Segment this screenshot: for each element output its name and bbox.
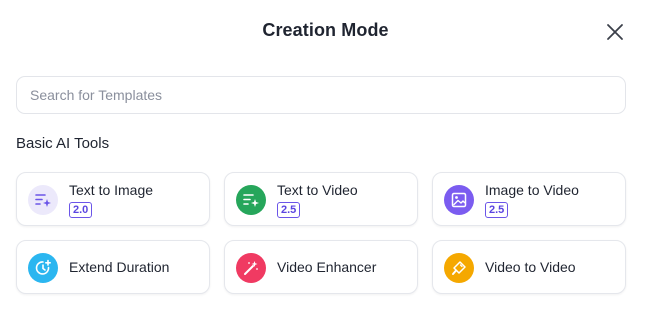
tool-label: Video to Video — [485, 259, 576, 275]
tool-label: Text to Video — [277, 182, 358, 198]
section-title: Basic AI Tools — [16, 135, 110, 152]
close-button[interactable] — [605, 22, 625, 42]
dialog-title: Creation Mode — [262, 20, 389, 40]
image-icon — [444, 185, 474, 215]
template-search-input[interactable] — [16, 76, 626, 114]
tool-card-video-enhancer[interactable]: Video Enhancer — [224, 240, 418, 294]
tool-card-image-to-video[interactable]: Image to Video 2.5 — [432, 172, 626, 226]
tool-label: Extend Duration — [69, 259, 170, 275]
text-sparkle-icon — [28, 185, 58, 215]
version-badge: 2.5 — [485, 202, 509, 218]
tool-card-extend-duration[interactable]: Extend Duration — [16, 240, 210, 294]
tool-card-video-to-video[interactable]: Video to Video — [432, 240, 626, 294]
tool-label: Image to Video — [485, 182, 579, 198]
version-badge: 2.0 — [69, 202, 93, 218]
tool-card-text-to-image[interactable]: Text to Image 2.0 — [16, 172, 210, 226]
creation-mode-dialog: Creation Mode Basic AI Tools Text to Ima… — [0, 0, 651, 317]
tool-label: Text to Image — [69, 182, 154, 198]
timer-plus-icon — [28, 253, 58, 283]
tool-label: Video Enhancer — [277, 259, 377, 275]
brush-icon — [444, 253, 474, 283]
text-sparkle-icon — [236, 185, 266, 215]
tool-card-text-to-video[interactable]: Text to Video 2.5 — [224, 172, 418, 226]
version-badge: 2.5 — [277, 202, 301, 218]
close-icon — [607, 24, 623, 40]
magic-wand-icon — [236, 253, 266, 283]
